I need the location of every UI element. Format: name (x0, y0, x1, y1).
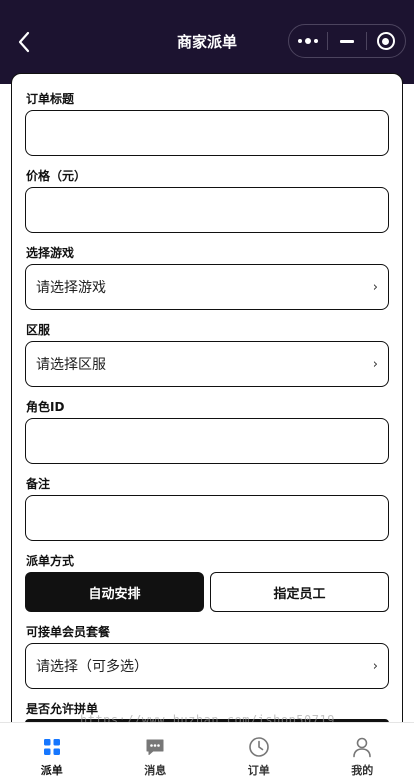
tab-label: 派单 (40, 764, 63, 777)
chevron-right-icon: › (372, 357, 378, 372)
chevron-right-icon: › (372, 280, 378, 295)
navigation-bar: 商家派单 (0, 0, 414, 84)
remark-input[interactable] (25, 495, 389, 541)
server-select-placeholder: 请选择区服 (36, 357, 106, 373)
server-label: 区服 (26, 323, 51, 337)
tab-label: 消息 (144, 764, 167, 777)
role-id-label: 角色ID (26, 400, 65, 414)
person-icon (351, 736, 373, 758)
minimize-button[interactable] (328, 25, 366, 57)
game-select-placeholder: 请选择游戏 (36, 280, 106, 296)
game-select[interactable]: 请选择游戏 › (25, 264, 389, 310)
remark-label: 备注 (26, 477, 51, 491)
more-dots-icon (298, 38, 319, 44)
role-id-input[interactable] (25, 418, 389, 464)
minus-icon (340, 39, 354, 43)
tab-messages[interactable]: 消息 (104, 723, 208, 780)
chat-icon (144, 736, 166, 758)
tab-mine[interactable]: 我的 (311, 723, 414, 780)
member-plan-placeholder: 请选择（可多选） (36, 659, 148, 675)
tab-dispatch[interactable]: 派单 (0, 723, 104, 780)
grid-icon (41, 736, 63, 758)
tab-bar: 派单 消息 订单 我的 (0, 722, 414, 780)
order-title-label: 订单标题 (26, 92, 75, 106)
close-button[interactable] (367, 25, 405, 57)
member-plan-select[interactable]: 请选择（可多选） › (25, 643, 389, 689)
more-button[interactable] (289, 25, 327, 57)
dispatch-mode-label: 派单方式 (26, 554, 75, 568)
miniprogram-capsule (288, 24, 406, 58)
price-input[interactable] (25, 187, 389, 233)
member-plan-label: 可接单会员套餐 (26, 625, 111, 639)
tab-label: 订单 (247, 764, 270, 777)
order-title-input[interactable] (25, 110, 389, 156)
dispatch-assign-button[interactable]: 指定员工 (210, 572, 389, 612)
target-icon (376, 32, 395, 50)
dispatch-auto-button[interactable]: 自动安排 (25, 572, 204, 612)
game-label: 选择游戏 (26, 246, 75, 260)
tab-label: 我的 (351, 764, 374, 777)
price-label: 价格（元） (26, 169, 87, 183)
tab-orders[interactable]: 订单 (207, 723, 311, 780)
clock-icon (248, 736, 270, 758)
chevron-right-icon: › (372, 659, 378, 674)
server-select[interactable]: 请选择区服 › (25, 341, 389, 387)
